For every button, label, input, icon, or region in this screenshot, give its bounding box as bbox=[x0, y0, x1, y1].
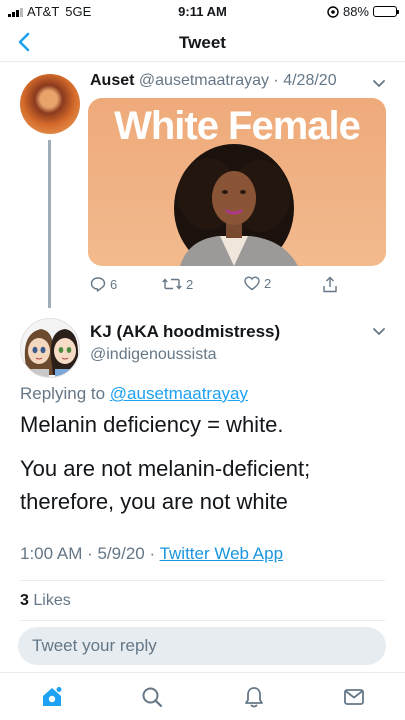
likes-count: 3 bbox=[20, 592, 29, 609]
parent-media-image[interactable]: White Female bbox=[88, 98, 386, 266]
like-action[interactable]: 2 bbox=[244, 276, 271, 291]
share-action[interactable] bbox=[322, 276, 338, 293]
parent-tweet-header: Auset @ausetmaatrayay · 4/28/20 bbox=[90, 72, 337, 90]
battery-icon bbox=[373, 6, 399, 17]
parent-avatar[interactable] bbox=[20, 74, 80, 134]
like-count: 2 bbox=[264, 276, 272, 291]
chevron-down-icon bbox=[373, 80, 385, 87]
reply-action[interactable]: 6 bbox=[90, 276, 117, 292]
thread-line bbox=[48, 140, 51, 308]
parent-actions: 6 2 2 bbox=[90, 276, 350, 296]
page-title: Tweet bbox=[179, 33, 226, 52]
main-author-handle[interactable]: @indigenoussista bbox=[90, 346, 217, 364]
reply-count: 6 bbox=[110, 276, 118, 292]
status-right: 88% bbox=[327, 4, 399, 19]
main-avatar[interactable] bbox=[20, 318, 80, 378]
main-author-name[interactable]: KJ (AKA hoodmistress) bbox=[90, 322, 280, 342]
home-icon bbox=[43, 686, 63, 706]
divider bbox=[20, 620, 385, 621]
tab-messages[interactable] bbox=[340, 683, 368, 711]
tab-notifications[interactable] bbox=[240, 683, 268, 711]
cartoon-avatar-illustration bbox=[24, 329, 79, 377]
replying-to-prefix: Replying to bbox=[20, 384, 106, 403]
tab-home[interactable] bbox=[38, 683, 66, 711]
search-icon bbox=[142, 687, 163, 708]
replying-to: Replying to @ausetmaatrayay bbox=[20, 384, 248, 404]
heart-icon bbox=[244, 276, 260, 291]
battery-percent: 88% bbox=[342, 4, 369, 19]
likes-label: Likes bbox=[33, 592, 71, 609]
status-bar: AT&T 5GE 9:11 AM 88% bbox=[0, 0, 405, 24]
bottom-tab-bar bbox=[0, 672, 405, 720]
tweet-text-line: Melanin deficiency = white. bbox=[20, 412, 284, 437]
parent-date-separator: · bbox=[268, 72, 284, 89]
tweet-text-line: You are not melanin-deficient; bbox=[20, 456, 311, 481]
parent-more-button[interactable] bbox=[369, 74, 389, 94]
client-link[interactable]: Twitter Web App bbox=[160, 544, 283, 563]
parent-author-name[interactable]: Auset bbox=[90, 72, 134, 89]
notifications-icon bbox=[245, 687, 263, 708]
replying-to-link[interactable]: @ausetmaatrayay bbox=[110, 384, 248, 403]
media-caption: White Female bbox=[114, 104, 361, 148]
retweet-action[interactable]: 2 bbox=[162, 276, 193, 292]
tweet-text-line: therefore, you are not white bbox=[20, 489, 288, 514]
tab-search[interactable] bbox=[138, 683, 166, 711]
parent-tweet-date: 4/28/20 bbox=[283, 72, 337, 89]
reply-icon bbox=[90, 277, 106, 292]
reply-placeholder: Tweet your reply bbox=[32, 636, 157, 655]
likes-count-link[interactable]: 3 Likes bbox=[20, 592, 71, 610]
location-icon bbox=[327, 5, 339, 18]
reply-input[interactable]: Tweet your reply bbox=[18, 627, 386, 665]
chevron-down-icon bbox=[373, 328, 385, 335]
share-icon bbox=[323, 276, 337, 293]
messages-icon bbox=[344, 689, 364, 705]
retweet-icon bbox=[162, 278, 182, 290]
retweet-count: 2 bbox=[186, 276, 194, 292]
parent-author-handle[interactable]: @ausetmaatrayay bbox=[139, 72, 269, 89]
header: Tweet bbox=[0, 24, 405, 62]
tweet-timestamp: 1:00 AM · 5/9/20 · Twitter Web App bbox=[20, 544, 283, 564]
timestamp-text: 1:00 AM · 5/9/20 · bbox=[20, 544, 156, 563]
divider bbox=[20, 580, 385, 581]
main-more-button[interactable] bbox=[369, 322, 389, 342]
